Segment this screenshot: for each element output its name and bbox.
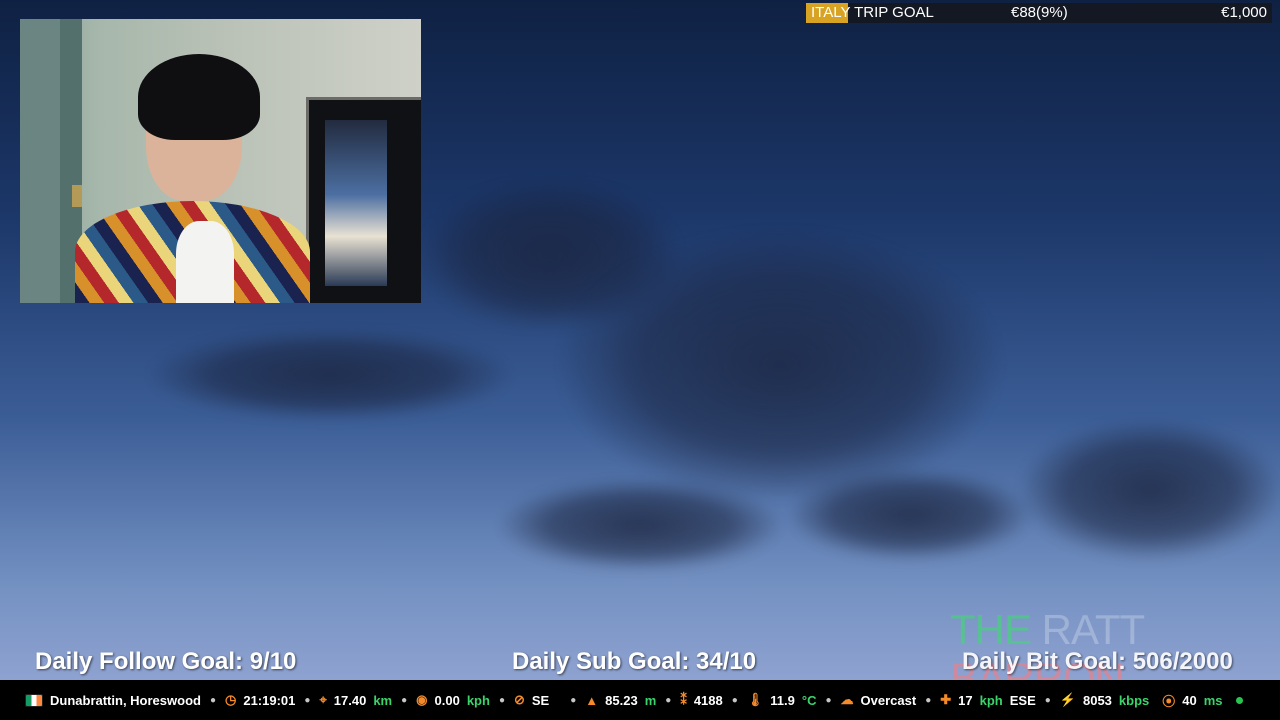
clock-icon: ◷ bbox=[225, 692, 237, 707]
altitude-unit: m bbox=[644, 692, 657, 708]
steps-value: 4188 bbox=[693, 692, 723, 708]
bitrate-unit: kbps bbox=[1118, 692, 1150, 708]
map-pin-icon: ⌖ bbox=[319, 692, 327, 707]
bitrate-value: 8053 bbox=[1082, 692, 1112, 708]
distance-unit: km bbox=[373, 692, 393, 708]
sky-cloud bbox=[1020, 420, 1280, 560]
time-text: 21:19:01 bbox=[243, 692, 296, 708]
door-hinge bbox=[72, 185, 82, 207]
wind-icon: ✚ bbox=[940, 692, 952, 707]
daily-sub-goal: Daily Sub Goal: 34/10 bbox=[512, 648, 757, 675]
separator-dot: ● bbox=[731, 694, 738, 706]
wind-direction: ESE bbox=[1009, 692, 1036, 708]
cloud-icon: ☁ bbox=[840, 692, 854, 707]
distance-value: 17.40 bbox=[333, 692, 367, 708]
status-row: Dunabrattin, Horeswood ● ◷ 21:19:01 ● ⌖ … bbox=[25, 680, 1243, 720]
watermark-middle: RATT bbox=[1041, 606, 1145, 653]
status-dot-icon bbox=[1235, 696, 1243, 704]
watermark-prefix: THE bbox=[950, 606, 1032, 653]
satellite-icon: ⦿ bbox=[1162, 693, 1176, 709]
thermometer-icon: 🌡 bbox=[746, 692, 764, 707]
separator-dot: ● bbox=[1044, 694, 1051, 706]
altitude-value: 85.23 bbox=[605, 692, 638, 708]
stream-status-bar: Dunabrattin, Horeswood ● ◷ 21:19:01 ● ⌖ … bbox=[0, 680, 1280, 720]
separator-dot: ● bbox=[925, 694, 932, 706]
sky-cloud bbox=[500, 480, 780, 570]
mountain-icon: ▲ bbox=[585, 692, 599, 708]
wall-picture-frame bbox=[306, 97, 421, 303]
sky-cloud bbox=[560, 230, 1000, 500]
person-hair bbox=[138, 54, 260, 140]
separator-dot: ● bbox=[570, 694, 577, 706]
compass-icon: ⊘ bbox=[513, 692, 525, 707]
weather-text: Overcast bbox=[860, 692, 917, 708]
speed-value: 0.00 bbox=[434, 692, 460, 708]
temperature-value: 11.9 bbox=[770, 692, 795, 708]
ireland-flag-icon bbox=[25, 693, 43, 707]
separator-dot: ● bbox=[665, 694, 672, 706]
speed-icon: ◉ bbox=[416, 692, 428, 707]
picture-artwork bbox=[325, 120, 387, 286]
latency-unit: ms bbox=[1203, 692, 1223, 708]
separator-dot: ● bbox=[304, 694, 311, 706]
trip-goal-bar: ITALY TRIP GOAL €88(9%) €1,000 bbox=[806, 3, 1272, 23]
separator-dot: ● bbox=[498, 694, 505, 706]
latency-value: 40 bbox=[1182, 692, 1197, 708]
separator-dot: ● bbox=[401, 694, 408, 706]
footprints-icon: ⁑ bbox=[680, 692, 687, 707]
sky-cloud bbox=[790, 470, 1030, 560]
speed-unit: kph bbox=[466, 692, 490, 708]
trip-goal-title: ITALY TRIP GOAL bbox=[811, 4, 934, 21]
daily-follow-goal: Daily Follow Goal: 9/10 bbox=[35, 648, 297, 675]
heading-text: SE bbox=[531, 692, 550, 708]
tank-top bbox=[176, 221, 234, 303]
webcam-feed bbox=[20, 19, 421, 303]
temperature-unit: °C bbox=[801, 692, 817, 708]
sky-cloud bbox=[150, 330, 510, 420]
location-text: Dunabrattin, Horeswood bbox=[50, 692, 201, 708]
trip-goal-current: €88(9%) bbox=[1011, 4, 1068, 21]
separator-dot: ● bbox=[209, 694, 216, 706]
lightning-icon: ⚡ bbox=[1059, 692, 1076, 707]
trip-goal-target: €1,000 bbox=[1221, 4, 1267, 21]
wind-unit: kph bbox=[979, 692, 1003, 708]
separator-dot: ● bbox=[825, 694, 832, 706]
daily-bit-goal: Daily Bit Goal: 506/2000 bbox=[962, 648, 1233, 675]
wind-value: 17 bbox=[958, 692, 973, 708]
